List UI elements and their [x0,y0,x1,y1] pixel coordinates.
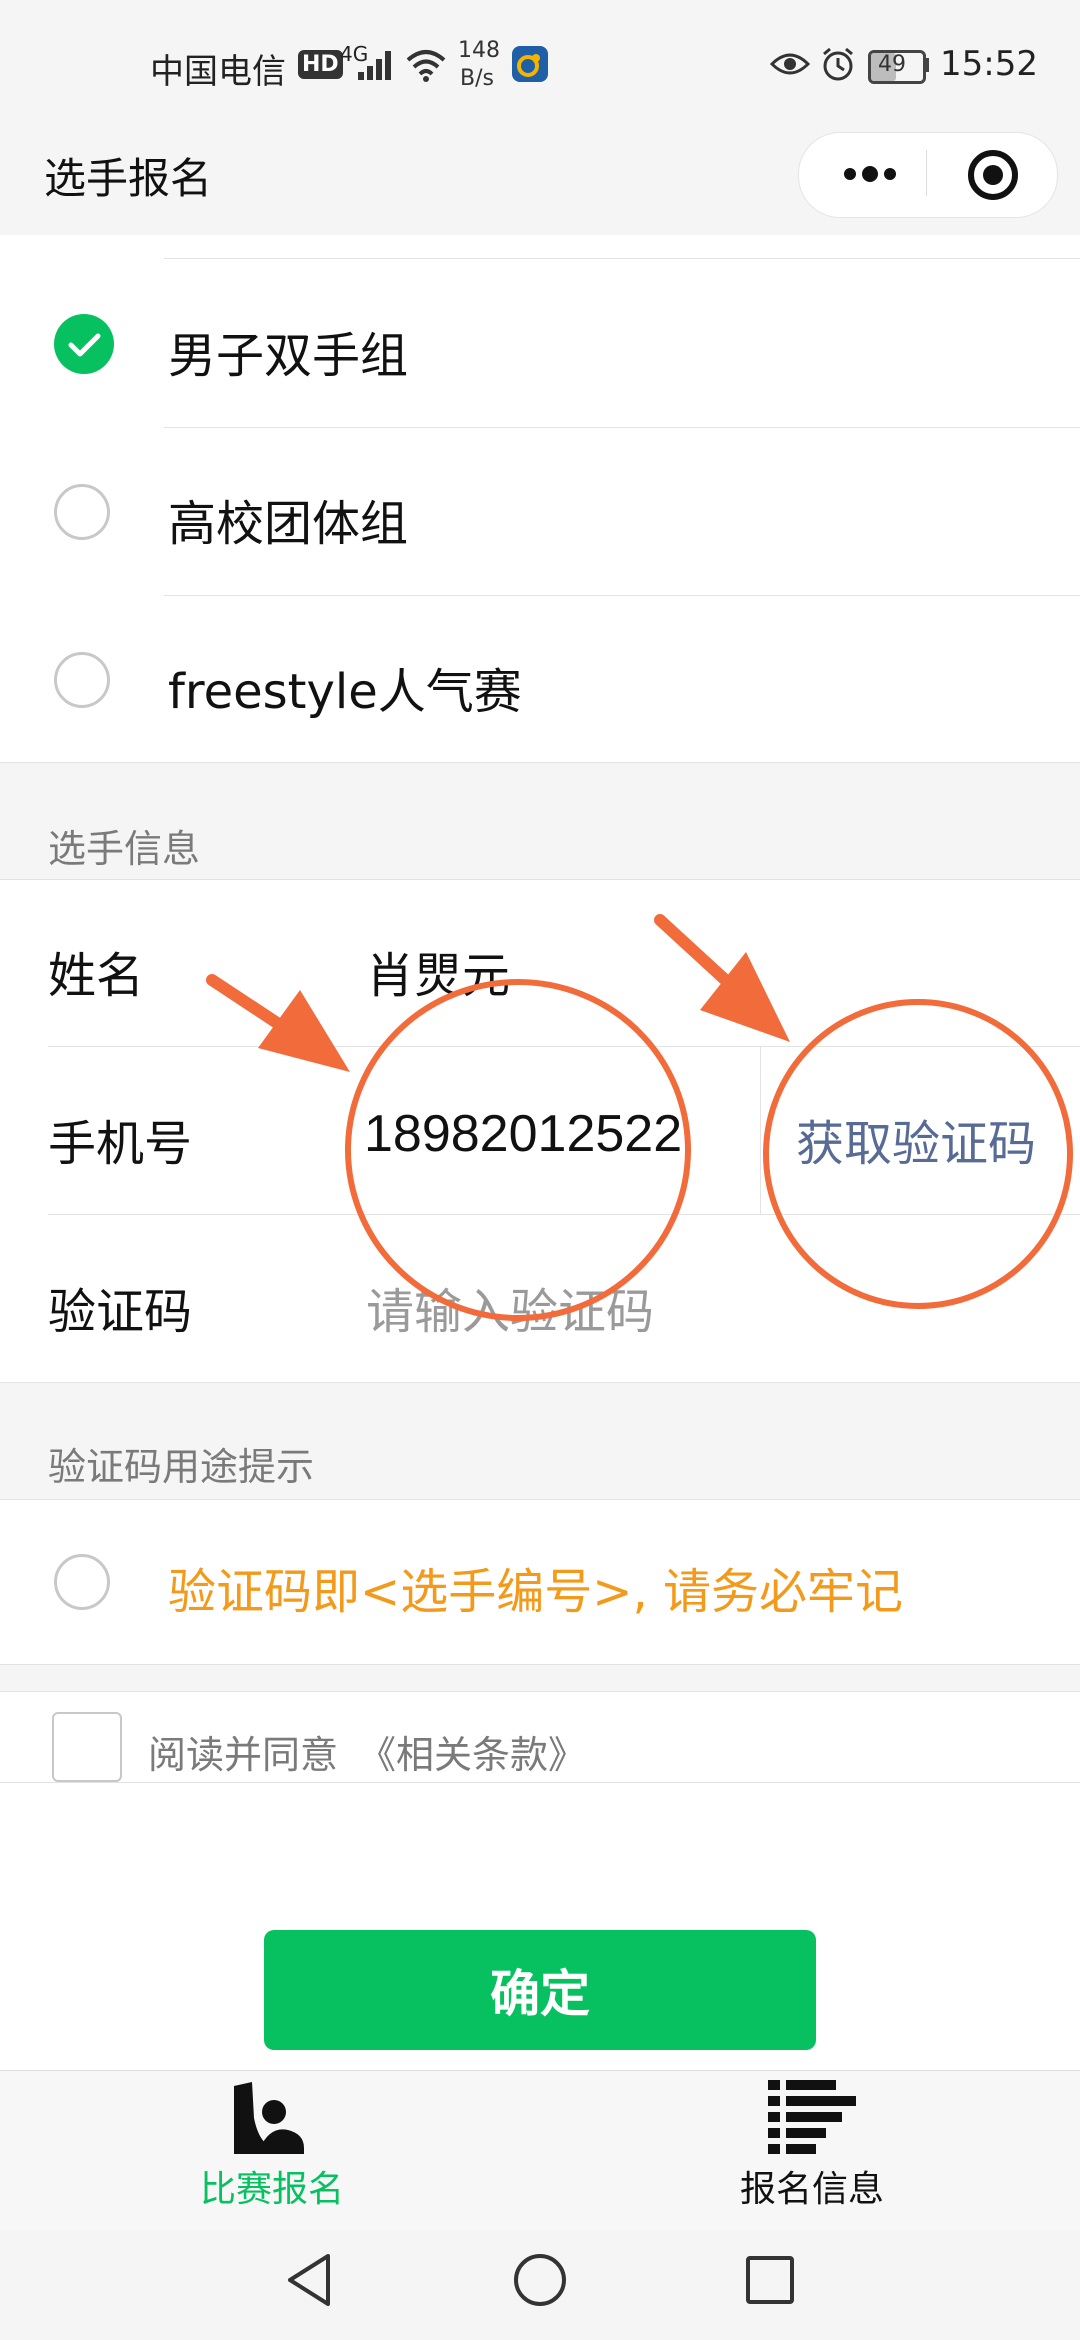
hd-badge: HD [298,50,343,79]
option-row-freestyle[interactable] [0,596,1080,762]
code-hint-text: 验证码即<选手编号>, 请务必牢记 [168,1564,903,1620]
annotation-arrow [206,974,350,1072]
check-icon [68,333,101,357]
back-icon[interactable] [284,2252,334,2308]
divider [164,258,1080,259]
agree-checkbox[interactable] [52,1712,122,1782]
option-label: 高校团体组 [168,496,409,552]
home-icon[interactable] [512,2252,568,2308]
divider [48,1214,1080,1215]
divider [48,1046,1080,1047]
option-row-college-team[interactable] [0,428,1080,596]
code-label: 验证码 [48,1284,193,1340]
eye-icon [770,53,810,75]
hint-radio[interactable] [54,1554,110,1610]
phone-input[interactable]: 18982012522 [364,1104,682,1164]
name-input[interactable]: 肖煛元 [366,936,510,1006]
battery-level: 49 [878,52,906,77]
agree-prefix: 阅读并同意 [148,1733,339,1777]
name-label: 姓名 [48,948,145,1004]
terms-link[interactable]: 《相关条款》 [358,1724,586,1779]
carrier-name: 中国电信 [150,52,286,92]
capsule-divider [926,150,927,196]
page-title: 选手报名 [44,154,213,203]
list-icon [768,2080,856,2154]
tab-signup-info[interactable]: 报名信息 [710,2076,910,2226]
tab-bar [0,2070,1080,2231]
phone-label: 手机号 [48,1116,193,1172]
option-row-men-double[interactable] [0,260,1080,428]
radio-unchecked[interactable] [54,652,110,708]
radio-unchecked[interactable] [54,484,110,540]
net-speed-unit: B/s [460,66,494,91]
section-title-code-hint: 验证码用途提示 [48,1445,315,1489]
wifi-icon [406,50,446,82]
tab-label: 报名信息 [740,2169,885,2210]
signup-person-icon [234,2082,304,2154]
annotation-arrow [654,914,790,1042]
section-title-player-info: 选手信息 [48,827,201,871]
vertical-divider [760,1046,761,1214]
tab-signup[interactable]: 比赛报名 [170,2076,370,2226]
option-label: freestyle人气赛 [168,664,522,720]
app-notification-icon [512,46,548,82]
confirm-button[interactable]: 确定 [264,1930,816,2050]
net-speed-value: 148 [458,38,500,63]
target-close-icon [968,150,1018,200]
alarm-icon [823,47,853,81]
more-dots-icon [844,166,896,182]
clock: 15:52 [940,44,1038,84]
battery-tip [924,58,929,72]
tab-label: 比赛报名 [200,2169,345,2210]
option-label: 男子双手组 [168,328,409,384]
signal-icon [358,51,391,80]
close-mini-program-button[interactable] [964,146,1022,204]
recents-icon[interactable] [744,2254,796,2306]
radio-checked[interactable] [54,314,114,374]
get-code-button[interactable]: 获取验证码 [796,1104,1036,1174]
section-gap [0,1664,1080,1692]
code-input[interactable]: 请输入验证码 [366,1272,654,1342]
more-button[interactable] [830,148,910,200]
divider [0,1782,1080,1783]
